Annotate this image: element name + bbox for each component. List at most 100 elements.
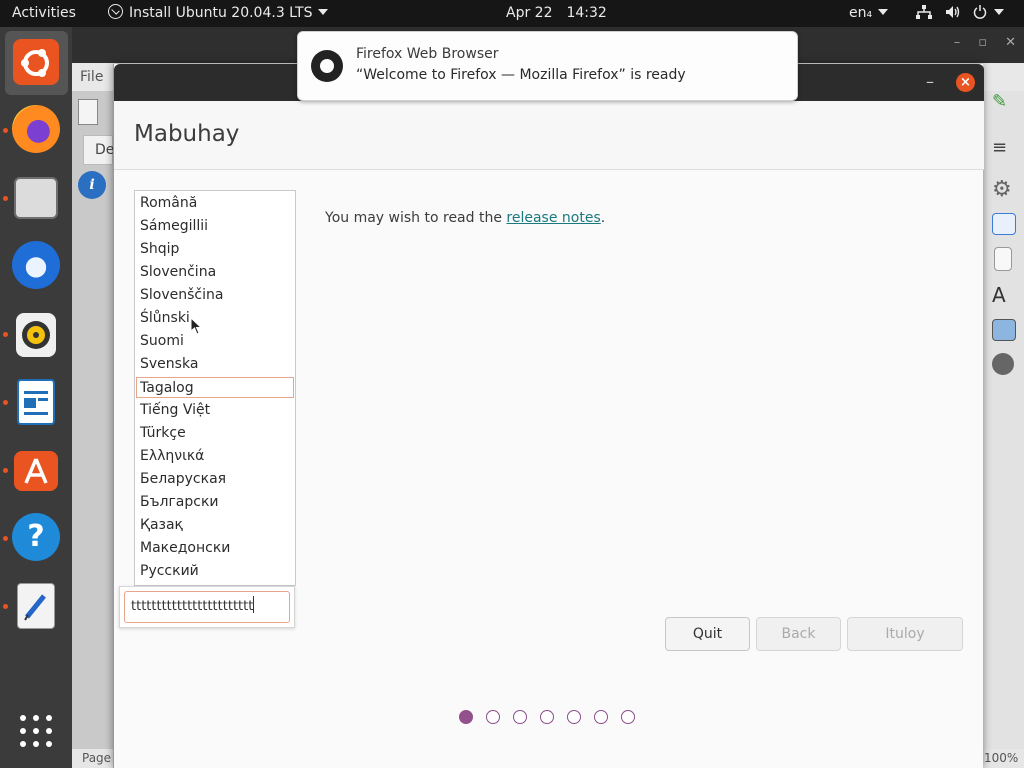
release-notes-text: You may wish to read the release notes. — [325, 210, 605, 226]
menu-icon[interactable]: ≡ — [992, 137, 1016, 159]
step-indicator — [594, 710, 608, 724]
toggle-icon[interactable] — [992, 213, 1016, 235]
image-icon[interactable] — [992, 319, 1016, 341]
background-window-controls: – ▫ ✕ — [936, 35, 1016, 50]
search-input-value: tttttttttttttttttttttttt — [131, 599, 254, 614]
pencil-icon[interactable]: ✎ — [992, 91, 1016, 113]
text-caret — [253, 596, 255, 613]
quit-button[interactable]: Quit — [665, 617, 750, 651]
language-item[interactable]: Shqip — [136, 239, 294, 260]
libreoffice-writer-icon — [17, 379, 55, 425]
status-page: Page — [82, 751, 112, 765]
language-item[interactable]: Tagalog — [136, 377, 294, 398]
ubuntu-installer-icon — [13, 39, 59, 85]
installer-header: Mabuhay — [114, 101, 984, 170]
language-item[interactable]: Română — [136, 193, 294, 214]
software-center-icon — [14, 451, 58, 491]
step-indicator — [459, 710, 473, 724]
mouse-cursor-icon — [190, 317, 202, 335]
activities-button[interactable]: Activities — [12, 0, 76, 27]
firefox-icon — [12, 105, 60, 153]
text-editor-icon — [17, 583, 55, 629]
continue-button[interactable]: Ituloy — [847, 617, 963, 651]
gear-icon[interactable]: ⚙ — [992, 177, 1016, 202]
language-search-input[interactable]: tttttttttttttttttttttttt — [124, 591, 290, 623]
language-item[interactable]: Ślůnski — [136, 308, 294, 329]
power-icon[interactable] — [972, 0, 1004, 27]
language-item[interactable]: Slovenščina — [136, 285, 294, 306]
language-item[interactable]: Tiếng Việt — [136, 400, 294, 421]
release-notes-prefix: You may wish to read the — [325, 210, 507, 226]
app-menu[interactable]: Install Ubuntu 20.04.3 LTS — [108, 0, 329, 27]
dock-software[interactable] — [0, 439, 72, 503]
language-list[interactable]: Română Sámegillii Shqip Slovenčina Slovenšči… — [134, 190, 296, 586]
info-icon[interactable]: i — [78, 171, 106, 199]
dock-text-editor[interactable] — [0, 575, 72, 639]
dock-files[interactable] — [0, 167, 72, 231]
status-zoom[interactable]: 100% — [984, 751, 1018, 765]
step-indicator — [486, 710, 500, 724]
chevron-down-icon — [994, 9, 1004, 15]
dock-firefox[interactable] — [0, 99, 72, 163]
running-indicator — [3, 468, 8, 473]
language-item[interactable]: Русский — [136, 561, 294, 582]
close-icon[interactable]: ✕ — [1005, 35, 1016, 50]
dock-help[interactable]: ? — [0, 507, 72, 571]
language-item[interactable]: Türkçe — [136, 423, 294, 444]
installer-window: – × Mabuhay Română Sámegillii Shqip Slovenč… — [113, 64, 984, 768]
language-item[interactable]: Беларуская — [136, 469, 294, 490]
chevron-down-icon — [318, 9, 329, 15]
close-icon[interactable]: × — [956, 73, 975, 92]
language-item[interactable]: Български — [136, 492, 294, 513]
volume-icon[interactable] — [945, 0, 961, 27]
document-icon[interactable] — [78, 99, 98, 125]
running-indicator — [3, 128, 8, 133]
notification-banner[interactable]: Firefox Web Browser “Welcome to Firefox … — [297, 31, 798, 101]
language-item[interactable]: Suomi — [136, 331, 294, 352]
running-indicator — [3, 332, 8, 337]
firefox-icon — [311, 50, 343, 82]
clock[interactable]: Apr 22 14:32 — [506, 0, 607, 27]
language-item[interactable]: Slovenčina — [136, 262, 294, 283]
back-button[interactable]: Back — [756, 617, 841, 651]
chevron-down-icon — [878, 9, 889, 15]
language-item[interactable]: Ελληνικά — [136, 446, 294, 467]
background-window-sidebar: De i — [72, 91, 114, 768]
language-item[interactable]: Қазақ — [136, 515, 294, 536]
page-title: Mabuhay — [134, 121, 240, 147]
dock-rhythmbox[interactable] — [0, 303, 72, 367]
running-indicator — [3, 604, 8, 609]
input-source-menu[interactable]: en₄ — [849, 0, 889, 27]
font-icon[interactable]: A — [992, 283, 1016, 307]
language-search-popup: tttttttttttttttttttttttt — [119, 586, 295, 628]
running-indicator — [3, 400, 8, 405]
dropdown-stub[interactable]: De — [83, 135, 114, 165]
minimize-icon[interactable]: – — [926, 72, 934, 91]
language-item[interactable]: Македонски — [136, 538, 294, 559]
step-indicator — [513, 710, 527, 724]
step-indicator — [621, 710, 635, 724]
menu-file[interactable]: File — [80, 69, 103, 85]
page-icon[interactable] — [994, 247, 1012, 271]
installer-icon — [108, 4, 123, 19]
language-item[interactable]: Svenska — [136, 354, 294, 375]
language-item[interactable]: Sámegillii — [136, 216, 294, 237]
navigator-icon[interactable] — [992, 353, 1014, 375]
network-icon[interactable] — [916, 0, 932, 27]
step-indicator — [567, 710, 581, 724]
minimize-icon[interactable]: – — [954, 35, 961, 50]
clock-date: Apr 22 — [506, 5, 553, 21]
maximize-icon[interactable]: ▫ — [978, 35, 987, 50]
show-applications-icon[interactable] — [20, 715, 52, 747]
dock-thunderbird[interactable] — [0, 235, 72, 299]
dock-writer[interactable] — [0, 371, 72, 435]
release-notes-link[interactable]: release notes — [506, 210, 600, 226]
background-window-right-toolbar: ✎ ≡ ⚙ A — [982, 91, 1024, 749]
rhythmbox-icon — [16, 313, 56, 357]
top-bar: Activities Install Ubuntu 20.04.3 LTS Ap… — [0, 0, 1024, 27]
files-icon — [14, 177, 58, 219]
dock-ubuntu-installer[interactable] — [5, 31, 68, 95]
notification-message: “Welcome to Firefox — Mozilla Firefox” i… — [356, 67, 686, 83]
help-icon: ? — [12, 513, 60, 561]
progress-steps — [459, 710, 659, 726]
